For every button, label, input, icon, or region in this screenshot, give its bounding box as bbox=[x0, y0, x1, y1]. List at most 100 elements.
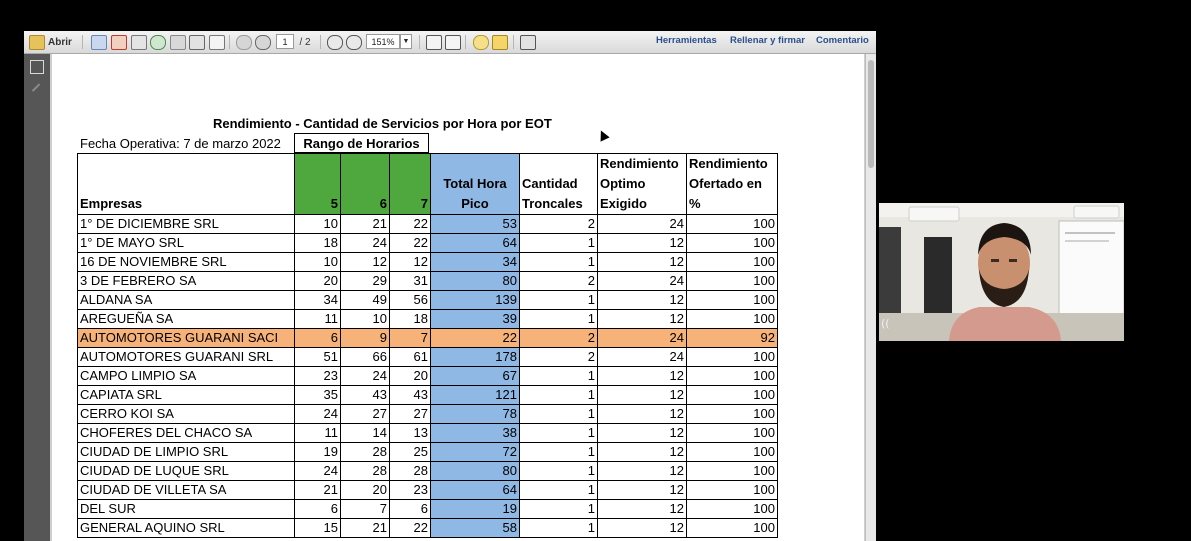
table-header-row: Empresas 5 6 7 Total Hora Pico Cantidad Tr… bbox=[77, 153, 778, 215]
hour-5-count: 18 bbox=[294, 233, 341, 253]
company-name: AREGUEÑA SA bbox=[77, 309, 295, 329]
table-row: AUTOMOTORES GUARANI SRL 51 66 61 178 2 24 100 bbox=[77, 347, 778, 367]
navigation-pane bbox=[24, 54, 50, 541]
company-name: 16 DE NOVIEMBRE SRL bbox=[77, 252, 295, 272]
hour-7-count: 23 bbox=[389, 480, 431, 500]
hour-5-count: 15 bbox=[294, 518, 341, 538]
hour-6-count: 28 bbox=[340, 461, 390, 481]
open-button[interactable]: Abrir bbox=[48, 34, 72, 50]
hour-6-count: 12 bbox=[340, 252, 390, 272]
comment-link[interactable]: Comentario bbox=[816, 35, 869, 46]
hour-7-count: 18 bbox=[389, 309, 431, 329]
cantidad-troncales: 2 bbox=[519, 328, 598, 348]
print-icon[interactable] bbox=[189, 35, 205, 50]
cantidad-troncales: 1 bbox=[519, 423, 598, 443]
zoom-out-icon[interactable] bbox=[327, 35, 343, 50]
vertical-scrollbar[interactable] bbox=[865, 54, 876, 541]
mouse-cursor-icon bbox=[596, 128, 610, 142]
header-ofe-line3: % bbox=[689, 196, 701, 211]
create-pdf-icon[interactable] bbox=[91, 35, 107, 50]
rendimiento-optimo: 12 bbox=[597, 442, 687, 462]
rendimiento-ofertado: 100 bbox=[686, 290, 778, 310]
fill-sign-link[interactable]: Rellenar y firmar bbox=[730, 35, 805, 46]
rendimiento-optimo: 12 bbox=[597, 480, 687, 500]
report-title: Rendimiento - Cantidad de Servicios por … bbox=[213, 116, 552, 131]
pages-icon[interactable] bbox=[30, 60, 44, 74]
prev-page-icon[interactable] bbox=[236, 35, 252, 50]
hour-5-count: 19 bbox=[294, 442, 341, 462]
fit-page-icon[interactable] bbox=[426, 35, 442, 50]
company-name: GENERAL AQUINO SRL bbox=[77, 518, 295, 538]
header-hour-7: 7 bbox=[389, 153, 431, 215]
svg-text:((: (( bbox=[881, 317, 890, 330]
total-hora-pico: 34 bbox=[430, 252, 520, 272]
next-page-icon[interactable] bbox=[255, 35, 271, 50]
signature-pen-icon[interactable] bbox=[29, 81, 41, 92]
table-row: AREGUEÑA SA 11 10 18 39 1 12 100 bbox=[77, 309, 778, 329]
rendimiento-ofertado: 100 bbox=[686, 252, 778, 272]
rendimiento-optimo: 12 bbox=[597, 252, 687, 272]
comment-icon[interactable] bbox=[473, 35, 489, 50]
table-row: ALDANA SA 34 49 56 139 1 12 100 bbox=[77, 290, 778, 310]
fit-width-icon[interactable] bbox=[445, 35, 461, 50]
table-body: 1° DE DICIEMBRE SRL 10 21 22 53 2 24 100 1° DE M… bbox=[77, 214, 778, 538]
header-opt-line3: Exigido bbox=[600, 196, 647, 211]
table-row: CAMPO LIMPIO SA 23 24 20 67 1 12 100 bbox=[77, 366, 778, 386]
hour-6-count: 21 bbox=[340, 214, 390, 234]
header-total-line2: Pico bbox=[461, 196, 489, 211]
total-hora-pico: 53 bbox=[430, 214, 520, 234]
hour-5-count: 10 bbox=[294, 214, 341, 234]
total-hora-pico: 139 bbox=[430, 290, 520, 310]
rendimiento-optimo: 12 bbox=[597, 366, 687, 386]
header-ofe-line1: Rendimiento bbox=[689, 156, 768, 171]
cantidad-troncales: 2 bbox=[519, 347, 598, 367]
company-name: CIUDAD DE VILLETA SA bbox=[77, 480, 295, 500]
email-icon[interactable] bbox=[209, 35, 225, 50]
total-hora-pico: 72 bbox=[430, 442, 520, 462]
cantidad-troncales: 1 bbox=[519, 366, 598, 386]
acrobat-icon[interactable] bbox=[111, 35, 127, 50]
toolbar-separator bbox=[320, 35, 321, 49]
cantidad-troncales: 1 bbox=[519, 442, 598, 462]
hour-6-count: 10 bbox=[340, 309, 390, 329]
hour-7-count: 22 bbox=[389, 233, 431, 253]
time-range-header: Rango de Horarios bbox=[294, 133, 429, 153]
table-row: CIUDAD DE LUQUE SRL 24 28 28 80 1 12 100 bbox=[77, 461, 778, 481]
company-name: CIUDAD DE LIMPIO SRL bbox=[77, 442, 295, 462]
company-name: AUTOMOTORES GUARANI SACI bbox=[77, 328, 295, 348]
hour-6-count: 27 bbox=[340, 404, 390, 424]
toolbar-separator bbox=[229, 35, 230, 49]
rendimiento-ofertado: 100 bbox=[686, 385, 778, 405]
hour-5-count: 11 bbox=[294, 309, 341, 329]
cantidad-troncales: 2 bbox=[519, 271, 598, 291]
cloud-icon[interactable] bbox=[150, 35, 166, 50]
rendimiento-ofertado: 100 bbox=[686, 233, 778, 253]
zoom-in-icon[interactable] bbox=[346, 35, 362, 50]
scrollbar-thumb[interactable] bbox=[868, 60, 874, 168]
rendimiento-optimo: 12 bbox=[597, 385, 687, 405]
company-name: ALDANA SA bbox=[77, 290, 295, 310]
header-total-line1: Total Hora bbox=[443, 176, 507, 191]
header-opt-line2: Optimo bbox=[600, 176, 646, 191]
table-row: 1° DE DICIEMBRE SRL 10 21 22 53 2 24 100 bbox=[77, 214, 778, 234]
expand-icon[interactable] bbox=[520, 35, 536, 50]
table-row: CERRO KOI SA 24 27 27 78 1 12 100 bbox=[77, 404, 778, 424]
zoom-input[interactable]: 151% bbox=[366, 34, 400, 49]
highlight-icon[interactable] bbox=[492, 35, 508, 50]
hour-5-count: 34 bbox=[294, 290, 341, 310]
tools-link[interactable]: Herramientas bbox=[656, 35, 717, 46]
table-row: GENERAL AQUINO SRL 15 21 22 58 1 12 100 bbox=[77, 518, 778, 538]
total-hora-pico: 78 bbox=[430, 404, 520, 424]
total-hora-pico: 67 bbox=[430, 366, 520, 386]
hour-7-count: 27 bbox=[389, 404, 431, 424]
company-name: 3 DE FEBRERO SA bbox=[77, 271, 295, 291]
folder-icon[interactable] bbox=[29, 35, 45, 50]
page-number-input[interactable]: 1 bbox=[276, 34, 294, 49]
hour-7-count: 28 bbox=[389, 461, 431, 481]
rendimiento-optimo: 24 bbox=[597, 214, 687, 234]
header-empresas: Empresas bbox=[77, 153, 295, 215]
edit-icon[interactable] bbox=[131, 35, 147, 50]
hour-5-count: 20 bbox=[294, 271, 341, 291]
save-icon[interactable] bbox=[170, 35, 186, 50]
zoom-dropdown-chevron-down-icon[interactable]: ▼ bbox=[400, 34, 412, 49]
